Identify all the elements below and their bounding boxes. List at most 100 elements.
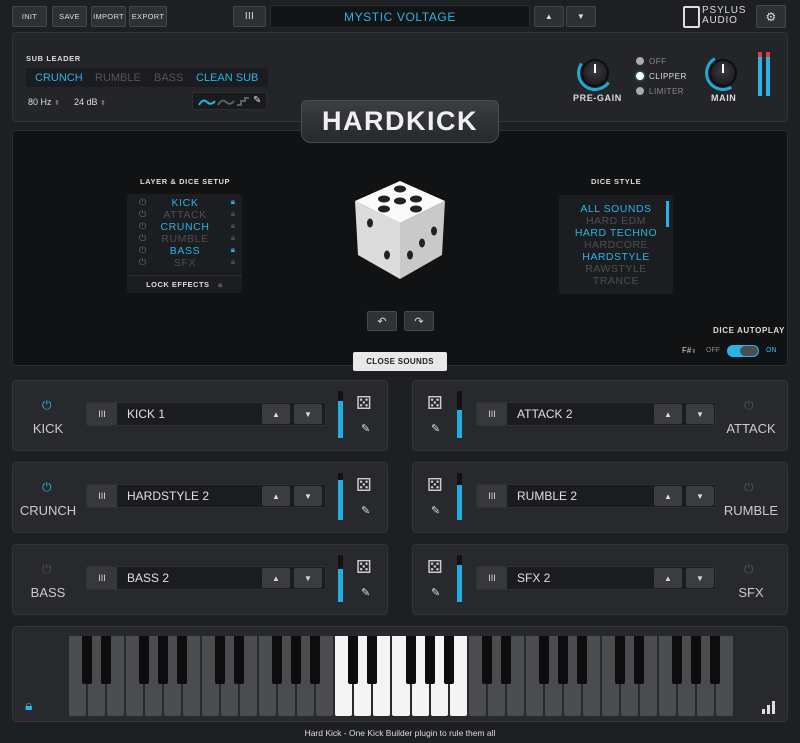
library-icon[interactable]: III [87,485,117,507]
pencil-icon[interactable]: ✎ [253,95,261,106]
black-key[interactable] [709,636,720,684]
style-hard-techno[interactable]: HARD TECHNO [559,227,673,239]
library-icon[interactable]: III [477,485,507,507]
pregain-knob[interactable] [581,59,609,87]
sample-selector[interactable]: III BASS 2 ▲ ▼ [86,566,326,590]
layer-row-kick[interactable]: ⏻ KICK 🔒︎ [127,197,243,209]
export-button[interactable]: EXPORT [129,6,167,27]
layer-row-crunch[interactable]: ⏻ CRUNCH 🔒︎ [127,221,243,233]
library-icon[interactable]: III [477,567,507,589]
lock-icon[interactable]: 🔒︎ [25,697,32,714]
arrow-up-icon[interactable]: ▲ [654,404,682,424]
sample-selector[interactable]: III ATTACK 2 ▲ ▼ [476,402,716,426]
arrow-up-icon[interactable]: ▲ [262,486,290,506]
preset-library-button[interactable]: III [233,6,266,27]
piano-keyboard[interactable] [68,636,734,716]
mode-limiter[interactable]: LIMITER [636,87,687,102]
style-hard-edm[interactable]: HARD EDM [559,215,673,227]
power-icon[interactable]: ⏻ [42,480,52,495]
black-key[interactable] [234,636,245,684]
dice-roll-icon[interactable] [350,175,450,283]
close-sounds-button[interactable]: CLOSE SOUNDS [353,352,447,371]
black-key[interactable] [291,636,302,684]
preset-name-display[interactable]: MYSTIC VOLTAGE [270,5,530,28]
mode-off[interactable]: OFF [636,57,687,72]
settings-button[interactable]: ⚙ [756,5,786,28]
black-key[interactable] [215,636,226,684]
autoplay-key-select[interactable]: F#⬍ [682,346,696,355]
init-button[interactable]: INIT [12,6,47,27]
sample-selector[interactable]: III KICK 1 ▲ ▼ [86,402,326,426]
power-icon[interactable]: ⏻ [42,562,52,577]
dice-icon[interactable]: ⚄ [356,557,372,578]
sample-selector[interactable]: III SFX 2 ▲ ▼ [476,566,716,590]
black-key[interactable] [177,636,188,684]
pencil-icon[interactable]: ✎ [431,504,440,517]
black-key[interactable] [557,636,568,684]
pencil-icon[interactable]: ✎ [361,422,370,435]
tab-crunch[interactable]: CRUNCH [35,72,83,84]
black-key[interactable] [424,636,435,684]
arrow-up-icon[interactable]: ▲ [262,404,290,424]
dice-icon[interactable]: ⚄ [427,393,443,414]
arrow-up-icon[interactable]: ▲ [262,568,290,588]
arrow-down-icon[interactable]: ▼ [294,404,322,424]
level-meter[interactable] [457,555,462,602]
black-key[interactable] [481,636,492,684]
black-key[interactable] [633,636,644,684]
black-key[interactable] [310,636,321,684]
tab-bass[interactable]: BASS [154,72,183,84]
redo-button[interactable]: ↷ [404,311,434,331]
pencil-icon[interactable]: ✎ [361,504,370,517]
level-meter[interactable] [457,391,462,438]
pencil-icon[interactable]: ✎ [431,422,440,435]
arrow-down-icon[interactable]: ▼ [294,568,322,588]
black-key[interactable] [348,636,359,684]
power-icon[interactable]: ⏻ [42,398,52,413]
tab-clean-sub[interactable]: CLEAN SUB [196,72,258,84]
layer-row-sfx[interactable]: ⏻ SFX 🔒︎ [127,257,243,269]
library-icon[interactable]: III [87,567,117,589]
pencil-icon[interactable]: ✎ [431,586,440,599]
preset-prev-button[interactable]: ▲ [534,6,564,27]
black-key[interactable] [690,636,701,684]
arrow-down-icon[interactable]: ▼ [294,486,322,506]
power-icon[interactable]: ⏻ [744,562,754,577]
style-trance[interactable]: TRANCE [559,275,673,287]
arrow-down-icon[interactable]: ▼ [686,486,714,506]
black-key[interactable] [139,636,150,684]
mode-clipper[interactable]: CLIPPER [636,72,687,87]
level-meter[interactable] [338,473,343,520]
arrow-down-icon[interactable]: ▼ [686,404,714,424]
freq-stepper[interactable]: 80 Hz ⬍ [28,97,60,107]
black-key[interactable] [272,636,283,684]
black-key[interactable] [500,636,511,684]
black-key[interactable] [443,636,454,684]
gain-stepper[interactable]: 24 dB ⬍ [74,97,106,107]
main-knob[interactable] [709,59,737,87]
curve-selector[interactable]: ✎ [192,92,267,110]
signal-bars-icon[interactable] [762,701,776,714]
layer-row-bass[interactable]: ⏻ BASS 🔒︎ [127,245,243,257]
power-icon[interactable]: ⏻ [744,480,754,495]
black-key[interactable] [158,636,169,684]
black-key[interactable] [101,636,112,684]
layer-row-rumble[interactable]: ⏻ RUMBLE 🔒︎ [127,233,243,245]
arrow-up-icon[interactable]: ▲ [654,568,682,588]
level-meter[interactable] [338,391,343,438]
power-icon[interactable]: ⏻ [744,398,754,413]
layer-row-attack[interactable]: ⏻ ATTACK 🔒︎ [127,209,243,221]
dice-icon[interactable]: ⚄ [356,475,372,496]
style-scrollbar[interactable] [666,201,669,227]
dice-icon[interactable]: ⚄ [427,557,443,578]
style-rawstyle[interactable]: RAWSTYLE [559,263,673,275]
preset-next-button[interactable]: ▼ [566,6,596,27]
dice-icon[interactable]: ⚄ [427,475,443,496]
black-key[interactable] [614,636,625,684]
autoplay-toggle[interactable] [727,345,759,357]
black-key[interactable] [538,636,549,684]
pencil-icon[interactable]: ✎ [361,586,370,599]
black-key[interactable] [82,636,93,684]
arrow-up-icon[interactable]: ▲ [654,486,682,506]
level-meter[interactable] [338,555,343,602]
